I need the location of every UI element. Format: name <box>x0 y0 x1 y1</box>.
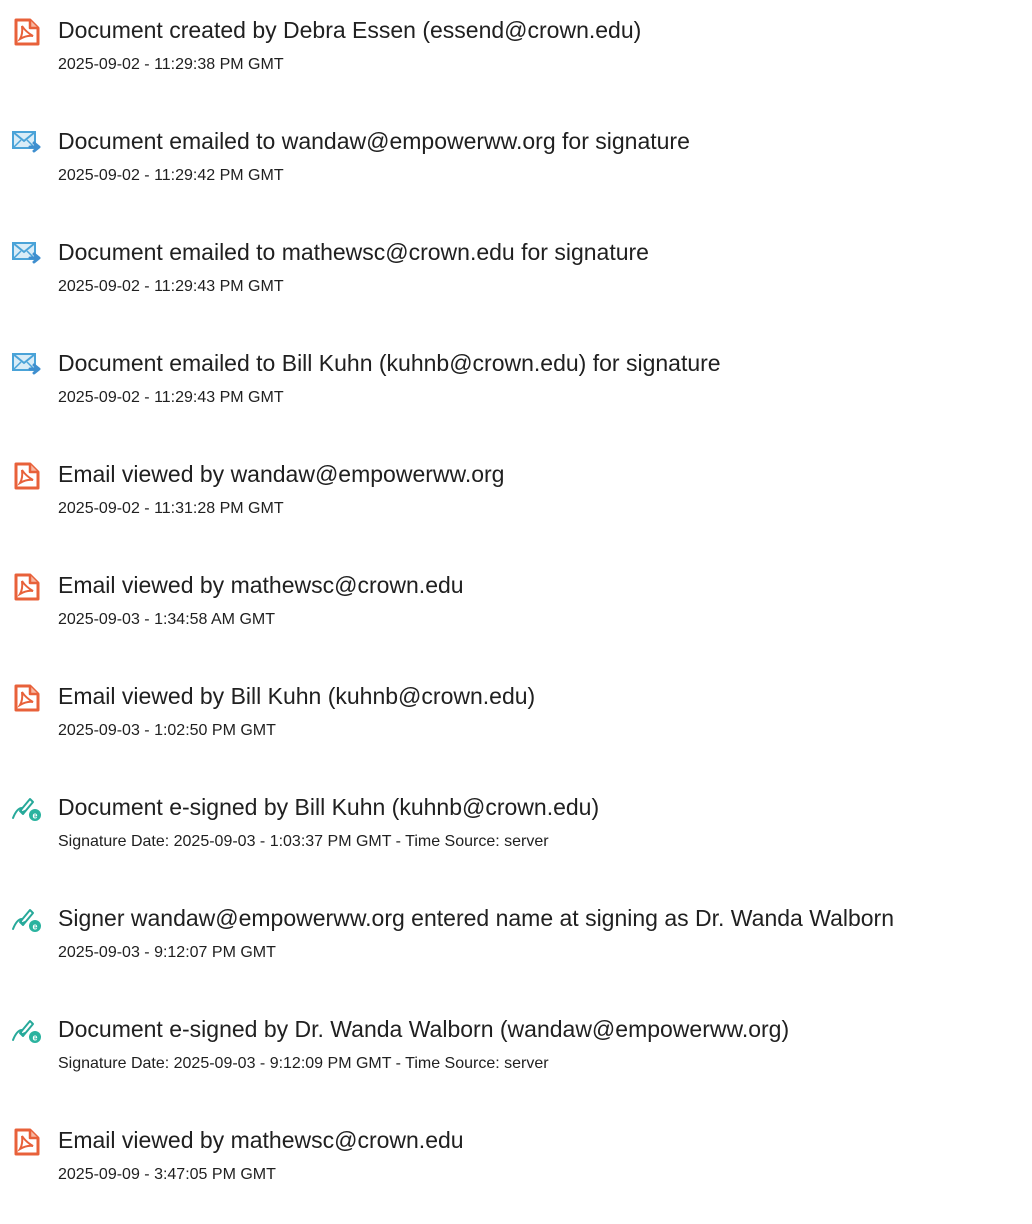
event-title: Document e-signed by Bill Kuhn (kuhnb@cr… <box>58 794 600 820</box>
event-timestamp: 2025-09-03 - 9:12:07 PM GMT <box>58 944 276 961</box>
event-title: Document e-signed by Dr. Wanda Walborn (… <box>58 1016 790 1042</box>
document-icon <box>10 17 44 47</box>
event-timestamp: 2025-09-02 - 11:29:43 PM GMT <box>58 389 284 406</box>
event-signature-date: Signature Date: 2025-09-03 - 1:03:37 PM … <box>58 833 549 850</box>
event-title: Email viewed by wandaw@empowerww.org <box>58 461 505 487</box>
event-title: Document emailed to Bill Kuhn (kuhnb@cro… <box>58 350 721 376</box>
esign-icon: e <box>10 1016 44 1046</box>
event-timestamp: 2025-09-02 - 11:31:28 PM GMT <box>58 500 284 517</box>
event-title: Email viewed by mathewsc@crown.edu <box>58 1127 464 1153</box>
event-title: Signer wandaw@empowerww.org entered name… <box>58 905 895 931</box>
event-title: Email viewed by Bill Kuhn (kuhnb@crown.e… <box>58 683 536 709</box>
esign-icon: e <box>10 794 44 824</box>
event-timestamp: 2025-09-02 - 11:29:38 PM GMT <box>58 56 284 73</box>
svg-text:e: e <box>32 922 37 932</box>
event-title: Document emailed to wandaw@empowerww.org… <box>58 128 690 154</box>
email-sent-icon <box>10 128 44 158</box>
document-icon <box>10 461 44 491</box>
event-timestamp: 2025-09-02 - 11:29:43 PM GMT <box>58 278 284 295</box>
event-timestamp: 2025-09-09 - 3:47:05 PM GMT <box>58 1166 276 1183</box>
event-timestamp: 2025-09-03 - 1:34:58 AM GMT <box>58 611 275 628</box>
svg-text:e: e <box>32 811 37 821</box>
event-timestamp: 2025-09-02 - 11:29:42 PM GMT <box>58 167 284 184</box>
event-timestamp: 2025-09-03 - 1:02:50 PM GMT <box>58 722 276 739</box>
svg-text:e: e <box>32 1033 37 1043</box>
event-signature-date: Signature Date: 2025-09-03 - 9:12:09 PM … <box>58 1055 549 1072</box>
event-title: Email viewed by mathewsc@crown.edu <box>58 572 464 598</box>
document-icon <box>10 683 44 713</box>
document-icon <box>10 1127 44 1157</box>
event-title: Document created by Debra Essen (essend@… <box>58 17 642 43</box>
audit-trail-events: Document created by Debra Essen (essend@… <box>0 0 1032 1224</box>
esign-icon: e <box>10 905 44 935</box>
event-title: Document emailed to mathewsc@crown.edu f… <box>58 239 649 265</box>
document-icon <box>10 572 44 602</box>
email-sent-icon <box>10 350 44 380</box>
email-sent-icon <box>10 239 44 269</box>
